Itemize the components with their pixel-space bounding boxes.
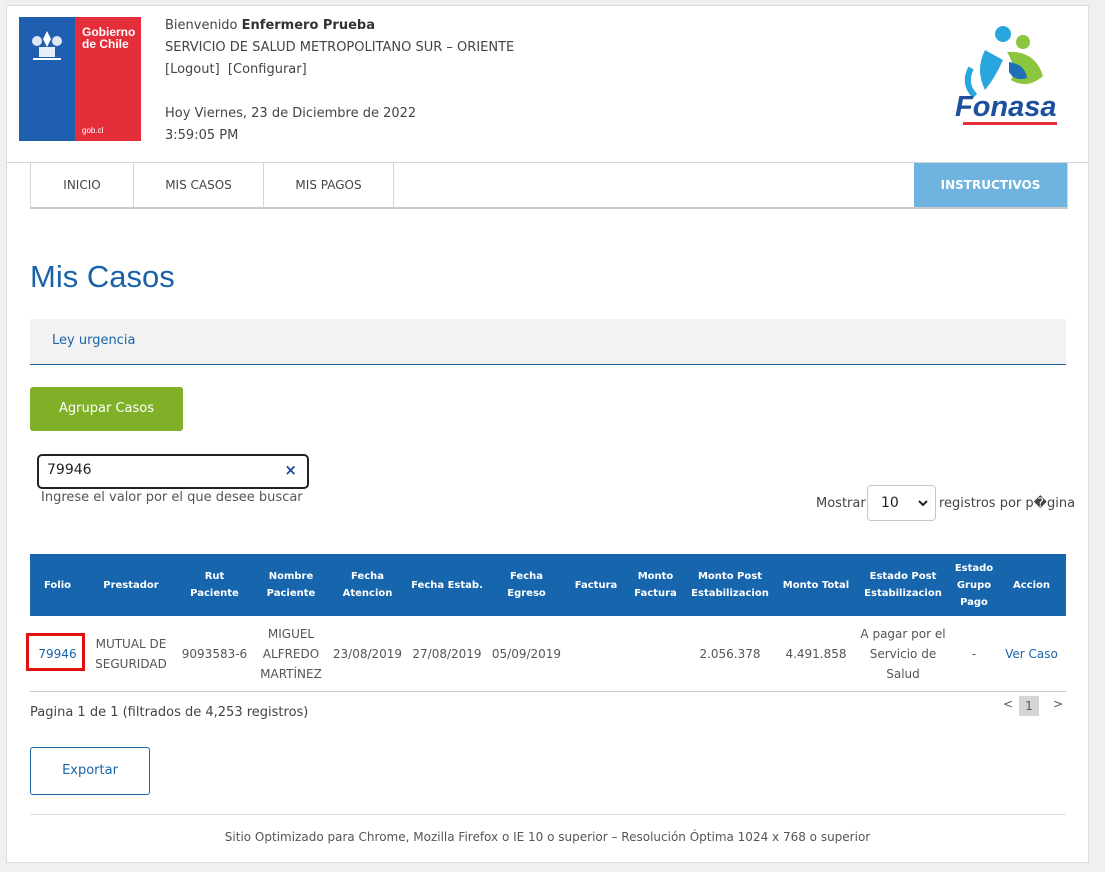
chile-crest-icon — [32, 31, 62, 60]
current-date: Hoy Viernes, 23 de Diciembre de 2022 — [165, 106, 417, 121]
nav-mis-casos[interactable]: MIS CASOS — [134, 163, 264, 207]
page-size-label-before: Mostrar — [816, 496, 866, 511]
search-hint: Ingrese el valor por el que desee buscar — [41, 490, 303, 505]
gob-logo-line2: de Chile — [82, 37, 129, 51]
gobierno-de-chile-logo: Gobierno de Chile gob.cl — [19, 17, 141, 141]
table-row: 79946 MUTUAL DE SEGURIDAD 9093583-6 MIGU… — [26, 617, 1066, 692]
cell-fecha-estab: 27/08/2019 — [412, 647, 482, 661]
cell-monto-factura — [628, 617, 683, 691]
tab-ley-urgencia[interactable]: Ley urgencia — [52, 333, 135, 348]
page-size-value: 10 — [881, 495, 899, 511]
page-container: Gobierno de Chile gob.cl Bienvenido Enfer… — [6, 5, 1089, 863]
cell-nombre: MIGUEL ALFREDO MARTÍNEZ — [260, 627, 322, 681]
service-name: SERVICIO DE SALUD METROPOLITANO SUR – OR… — [165, 40, 515, 55]
user-name: Enfermero Prueba — [241, 18, 375, 33]
footer-text: Sitio Optimizado para Chrome, Mozilla Fi… — [224, 830, 871, 844]
search-input[interactable]: 79946 × — [37, 454, 309, 489]
chevron-down-icon — [918, 500, 928, 507]
cell-rut: 9093583-6 — [181, 647, 248, 661]
pagination-summary: Pagina 1 de 1 (filtrados de 4,253 regist… — [30, 705, 309, 720]
cell-estado-grupo: - — [971, 647, 977, 661]
pager-prev[interactable]: < — [1003, 697, 1013, 711]
col-factura: Factura — [574, 579, 618, 591]
ver-caso-link[interactable]: Ver Caso — [997, 617, 1066, 691]
col-estado-grupo: Estado Grupo Pago — [954, 562, 994, 608]
main-nav: INICIO MIS CASOS MIS PAGOS INSTRUCTIVOS — [30, 163, 1068, 209]
clear-search-icon[interactable]: × — [284, 461, 297, 479]
pager-next[interactable]: > — [1053, 697, 1063, 711]
nav-instructivos[interactable]: INSTRUCTIVOS — [914, 163, 1067, 207]
table-header: Folio Prestador Rut Paciente Nombre Paci… — [30, 554, 1066, 616]
col-nombre-paciente: Nombre Paciente — [266, 571, 316, 599]
cell-prestador: MUTUAL DE SEGURIDAD — [95, 637, 167, 671]
footer-divider — [30, 814, 1066, 815]
configurar-link[interactable]: [Configurar] — [228, 62, 307, 77]
col-accion: Accion — [1012, 579, 1050, 591]
nav-mis-pagos[interactable]: MIS PAGOS — [264, 163, 394, 207]
account-links: [Logout] [Configurar] — [165, 62, 307, 77]
agrupar-casos-button[interactable]: Agrupar Casos — [30, 387, 183, 431]
col-estado-post: Estado Post Estabilizacion — [864, 571, 942, 599]
col-fecha-estab: Fecha Estab. — [411, 579, 483, 591]
folio-highlight-box — [26, 633, 85, 671]
search-value: 79946 — [47, 462, 92, 478]
logout-link[interactable]: [Logout] — [165, 62, 220, 77]
cell-estado-post: A pagar por el Servicio de Salud — [860, 627, 946, 681]
page-size-select[interactable]: 10 — [867, 485, 936, 521]
col-monto-post: Monto Post Estabilizacion — [691, 571, 769, 599]
cell-factura — [564, 617, 628, 691]
welcome-line: Bienvenido Enfermero Prueba — [165, 18, 375, 33]
current-time: 3:59:05 PM — [165, 128, 239, 143]
col-monto-factura: Monto Factura — [634, 571, 677, 599]
tab-bar: Ley urgencia — [30, 319, 1066, 365]
nav-inicio[interactable]: INICIO — [31, 163, 134, 207]
exportar-button[interactable]: Exportar — [30, 747, 150, 795]
welcome-prefix: Bienvenido — [165, 18, 238, 33]
cell-monto-post: 2.056.378 — [699, 647, 761, 661]
page-size-label-after: registros por p�gina — [939, 496, 1076, 511]
cell-fecha-atencion: 23/08/2019 — [332, 647, 403, 661]
col-fecha-atencion: Fecha Atencion — [342, 571, 393, 599]
fonasa-logo: Fonasa — [955, 26, 1057, 125]
col-rut-paciente: Rut Paciente — [190, 571, 239, 599]
cell-fecha-egreso: 05/09/2019 — [491, 647, 562, 661]
col-fecha-egreso: Fecha Egreso — [507, 571, 546, 599]
cell-monto-total: 4.491.858 — [785, 647, 847, 661]
col-monto-total: Monto Total — [782, 579, 850, 591]
col-prestador: Prestador — [103, 579, 159, 591]
pager-current-page[interactable]: 1 — [1019, 696, 1039, 716]
col-folio: Folio — [43, 579, 72, 591]
fonasa-logo-text: Fonasa — [955, 91, 1057, 123]
page-title: Mis Casos — [30, 259, 175, 294]
gob-logo-domain: gob.cl — [82, 126, 104, 135]
